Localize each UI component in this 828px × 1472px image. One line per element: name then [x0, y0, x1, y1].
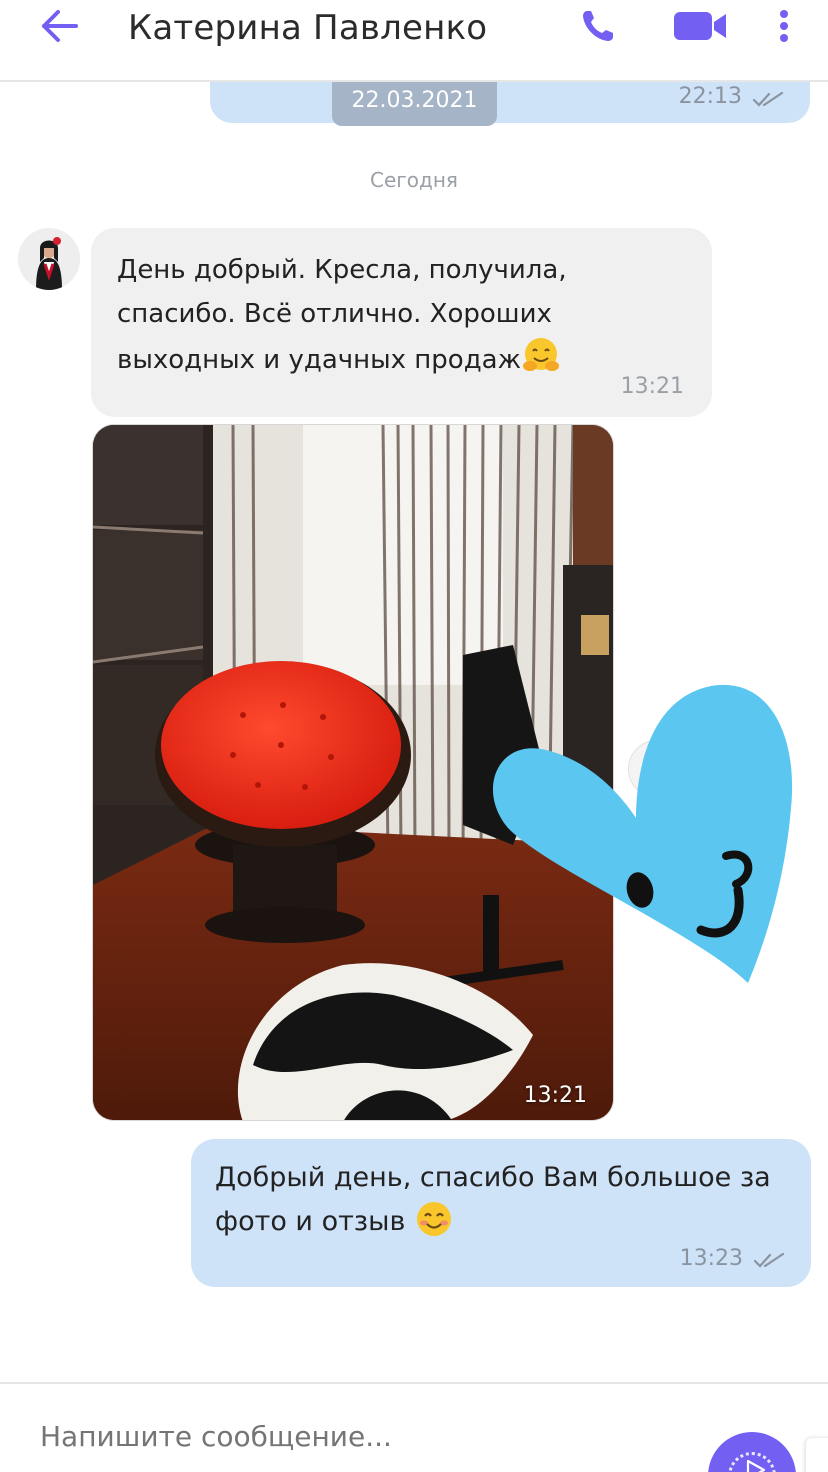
read-ticks-icon: [752, 91, 784, 107]
send-button[interactable]: [708, 1432, 796, 1472]
send-arrow-icon: [746, 1459, 766, 1472]
more-vert-icon[interactable]: [774, 6, 794, 46]
photo-time: 13:21: [523, 1083, 587, 1108]
phone-icon[interactable]: [578, 6, 618, 46]
blue-heart-wink-sticker[interactable]: [486, 678, 800, 998]
incoming-message-bubble[interactable]: День добрый. Кресла, получила, спасибо. …: [91, 228, 712, 417]
day-label: Сегодня: [370, 168, 458, 192]
message-time: 13:21: [620, 374, 684, 399]
hugging-face-emoji-icon: [523, 338, 560, 371]
avatar[interactable]: [18, 228, 80, 290]
edge-panel-handle[interactable]: [806, 1438, 828, 1472]
back-arrow-icon[interactable]: [36, 6, 84, 46]
message-composer: [0, 1382, 828, 1472]
video-camera-icon[interactable]: [672, 8, 730, 44]
message-time: 22:13: [678, 84, 742, 109]
smiling-face-emoji-icon: [417, 1202, 451, 1236]
outgoing-message-text: Добрый день, спасибо Вам большое за фото…: [215, 1162, 771, 1237]
contact-name[interactable]: Катерина Павленко: [128, 8, 487, 48]
incoming-message-text: День добрый. Кресла, получила, спасибо. …: [117, 255, 567, 375]
chat-header: Катерина Павленко: [0, 0, 828, 82]
message-time: 13:23: [679, 1246, 743, 1271]
outgoing-message-bubble[interactable]: Добрый день, спасибо Вам большое за фото…: [191, 1139, 811, 1287]
read-ticks-icon: [753, 1252, 785, 1268]
message-list[interactable]: 22:13 22.03.2021 Сегодня День добрый. Кр…: [0, 82, 828, 1382]
message-input[interactable]: [40, 1416, 660, 1456]
previous-outgoing-bubble[interactable]: 22:13: [210, 82, 810, 123]
date-separator: 22.03.2021: [332, 82, 497, 126]
